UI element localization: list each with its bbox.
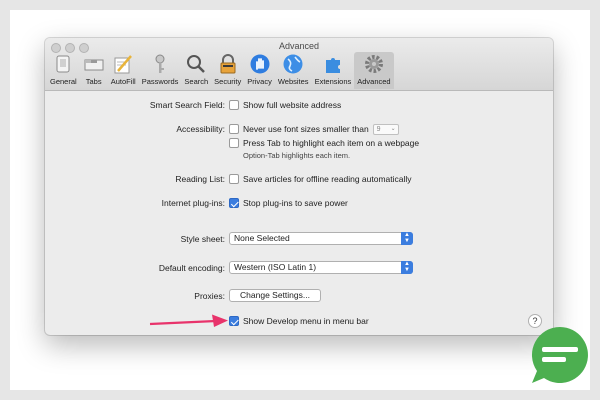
press-tab-checkbox[interactable] bbox=[229, 138, 239, 148]
tab-advanced[interactable]: Advanced bbox=[354, 52, 394, 89]
tab-general[interactable]: General bbox=[47, 52, 80, 89]
annotation-arrow bbox=[149, 314, 228, 327]
offline-reading-text: Save articles for offline reading automa… bbox=[243, 174, 412, 184]
smart-search-label: Smart Search Field: bbox=[149, 100, 225, 110]
tab-security[interactable]: Security bbox=[211, 52, 244, 89]
tab-security-label: Security bbox=[214, 77, 242, 86]
tab-extensions-label: Extensions bbox=[314, 77, 352, 86]
tab-passwords-label: Passwords bbox=[141, 77, 179, 86]
encoding-value: Western (ISO Latin 1) bbox=[234, 262, 317, 272]
develop-menu-checkbox[interactable] bbox=[229, 316, 239, 326]
tab-tabs-label: Tabs bbox=[85, 77, 102, 86]
tab-search-label: Search bbox=[184, 77, 209, 86]
develop-menu-text: Show Develop menu in menu bar bbox=[243, 316, 369, 326]
chat-bubble-logo-icon bbox=[531, 327, 588, 383]
style-sheet-value: None Selected bbox=[234, 233, 290, 243]
reading-list-label: Reading List: bbox=[175, 174, 225, 184]
font-size-row: Never use font sizes smaller than 9 ⌄ bbox=[229, 122, 399, 136]
reading-list-row: Save articles for offline reading automa… bbox=[229, 172, 412, 186]
style-sheet-select[interactable]: None Selected ▲ ▼ bbox=[229, 232, 413, 245]
develop-menu-row: Show Develop menu in menu bar bbox=[229, 314, 369, 328]
chevron-down-icon: ⌄ bbox=[390, 125, 396, 132]
up-down-arrows-icon: ▲ ▼ bbox=[401, 261, 413, 274]
tab-search[interactable]: Search bbox=[181, 52, 211, 89]
min-font-size-text: Never use font sizes smaller than bbox=[243, 124, 369, 134]
option-tab-note: Option-Tab highlights each item. bbox=[243, 151, 351, 160]
tab-advanced-label: Advanced bbox=[357, 77, 391, 86]
tab-websites[interactable]: Websites bbox=[275, 52, 312, 89]
tab-privacy[interactable]: Privacy bbox=[244, 52, 275, 89]
plugins-row: Stop plug-ins to save power bbox=[229, 196, 348, 210]
stop-plugins-text: Stop plug-ins to save power bbox=[243, 198, 348, 208]
show-full-address-text: Show full website address bbox=[243, 100, 342, 110]
offline-reading-checkbox[interactable] bbox=[229, 174, 239, 184]
smart-search-row: Show full website address bbox=[229, 98, 341, 112]
encoding-label: Default encoding: bbox=[158, 263, 225, 273]
window-title: Advanced bbox=[278, 41, 320, 51]
hand-icon bbox=[250, 54, 270, 74]
change-settings-button[interactable]: Change Settings... bbox=[229, 289, 321, 302]
press-tab-text: Press Tab to highlight each item on a we… bbox=[243, 138, 420, 148]
tab-general-label: General bbox=[50, 77, 77, 86]
tabs-icon bbox=[84, 59, 104, 71]
up-down-arrows-icon: ▲ ▼ bbox=[401, 232, 413, 245]
tab-autofill-label: AutoFill bbox=[110, 77, 136, 86]
gear-icon bbox=[364, 55, 383, 73]
magnifier-icon bbox=[187, 55, 206, 73]
style-sheet-label: Style sheet: bbox=[180, 234, 225, 244]
stop-plugins-checkbox[interactable] bbox=[229, 198, 239, 208]
title-bar: Advanced General Tabs AutoFill Passwords… bbox=[45, 38, 553, 91]
accessibility-label: Accessibility: bbox=[176, 124, 225, 134]
lock-icon bbox=[220, 54, 236, 74]
tab-websites-label: Websites bbox=[277, 77, 309, 86]
tab-passwords[interactable]: Passwords bbox=[139, 52, 182, 89]
tab-extensions[interactable]: Extensions bbox=[312, 52, 355, 89]
preferences-toolbar: General Tabs AutoFill Passwords Search S… bbox=[47, 52, 394, 90]
plugins-label: Internet plug-ins: bbox=[161, 198, 225, 208]
min-font-size-checkbox[interactable] bbox=[229, 124, 239, 134]
autofill-icon bbox=[114, 55, 133, 74]
tab-privacy-label: Privacy bbox=[247, 77, 272, 86]
preferences-window: Advanced General Tabs AutoFill Passwords… bbox=[45, 38, 553, 335]
min-font-size-value: 9 bbox=[376, 125, 381, 133]
general-icon bbox=[56, 55, 70, 73]
tab-tabs[interactable]: Tabs bbox=[80, 52, 108, 89]
globe-icon bbox=[283, 54, 303, 74]
key-icon bbox=[155, 54, 165, 73]
tab-autofill[interactable]: AutoFill bbox=[108, 52, 139, 89]
press-tab-row: Press Tab to highlight each item on a we… bbox=[229, 136, 419, 150]
proxies-label: Proxies: bbox=[194, 291, 225, 301]
encoding-select[interactable]: Western (ISO Latin 1) ▲ ▼ bbox=[229, 261, 413, 274]
puzzle-icon bbox=[325, 58, 340, 73]
show-full-address-checkbox[interactable] bbox=[229, 100, 239, 110]
min-font-size-select[interactable]: 9 ⌄ bbox=[372, 123, 399, 135]
